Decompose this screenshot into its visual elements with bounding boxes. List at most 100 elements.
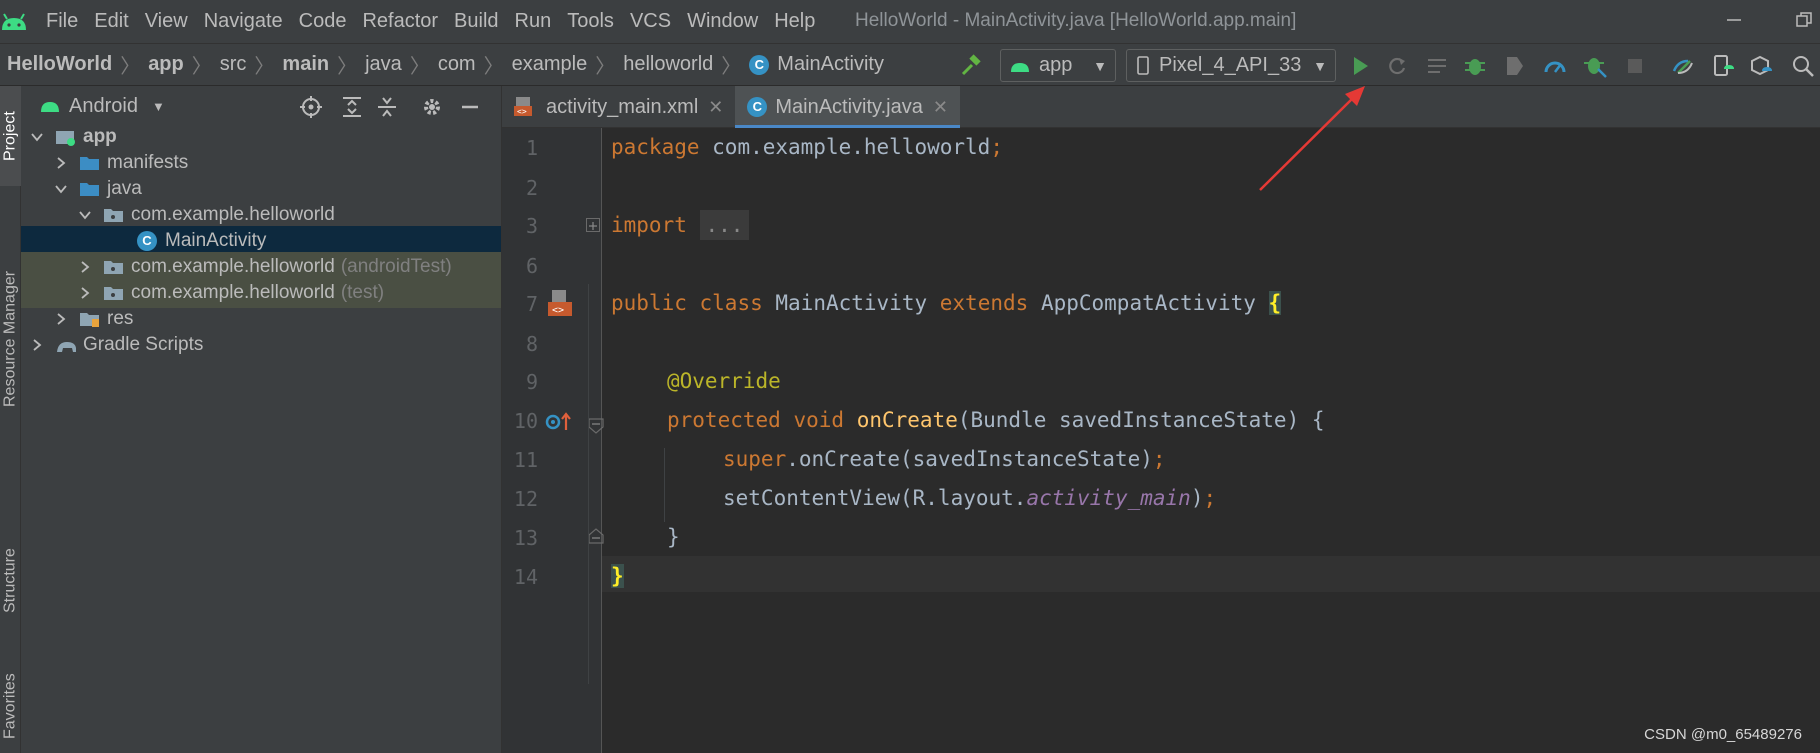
- stop-icon[interactable]: [1622, 53, 1648, 79]
- code-token: ): [1190, 486, 1204, 510]
- code-line-11: super.onCreate(savedInstanceState);: [723, 444, 1166, 474]
- hide-panel-icon[interactable]: [457, 94, 483, 120]
- fold-minus-icon[interactable]: [588, 418, 604, 439]
- breadcrumb-app[interactable]: app: [148, 53, 184, 76]
- breadcrumb-com[interactable]: com: [438, 53, 476, 76]
- code-line-10: protected void onCreate(Bundle savedInst…: [667, 405, 1325, 435]
- tree-item-suffix: (test): [340, 282, 385, 303]
- code-token: .onCreate(savedInstanceState): [786, 447, 1153, 471]
- chevron-right-icon: [53, 155, 69, 171]
- breadcrumb-mainactivity[interactable]: C MainActivity: [749, 53, 884, 76]
- menu-vcs[interactable]: VCS: [622, 0, 679, 43]
- menu-view[interactable]: View: [137, 0, 196, 43]
- tab-favorites[interactable]: Favorites: [0, 661, 21, 751]
- code-editor[interactable]: 1 2 3 6 7 8 9 10 11 12 13 14 <> package …: [502, 128, 1820, 753]
- expand-all-icon[interactable]: [339, 94, 365, 120]
- attach-debugger-icon[interactable]: [1582, 53, 1608, 79]
- tab-activity-main-xml[interactable]: <> activity_main.xml ✕: [502, 86, 735, 128]
- code-token: com.example.helloworld: [699, 135, 991, 159]
- device-select[interactable]: Pixel_4_API_33 ▼: [1126, 49, 1336, 82]
- code-line-9: @Override: [667, 366, 781, 396]
- class-icon: C: [137, 231, 157, 251]
- rerun-icon[interactable]: [1384, 53, 1410, 79]
- editor-gutter: 1 2 3 6 7 8 9 10 11 12 13 14 <>: [502, 128, 604, 753]
- tree-item-gradle-scripts[interactable]: Gradle Scripts: [21, 330, 501, 360]
- tab-mainactivity-java[interactable]: C MainActivity.java ✕: [735, 86, 960, 129]
- close-icon[interactable]: ✕: [708, 97, 723, 118]
- menu-refactor[interactable]: Refactor: [354, 0, 446, 43]
- menu-code[interactable]: Code: [291, 0, 355, 43]
- chevron-down-icon[interactable]: ▼: [152, 99, 165, 114]
- apply-changes-icon[interactable]: [1424, 53, 1450, 79]
- build-hammer-icon[interactable]: [958, 53, 984, 79]
- restore-icon[interactable]: [1792, 8, 1816, 32]
- tab-favorites-label: Favorites: [1, 673, 19, 739]
- breadcrumb-main[interactable]: main: [282, 53, 329, 76]
- breadcrumb-example[interactable]: example: [512, 53, 588, 76]
- layout-file-gutter-icon[interactable]: <>: [546, 288, 576, 325]
- code-token: class: [699, 291, 763, 315]
- breadcrumb-java[interactable]: java: [365, 53, 402, 76]
- package-folder-icon: [104, 287, 123, 300]
- tab-structure[interactable]: Structure: [0, 526, 21, 636]
- device-icon: [1137, 55, 1149, 75]
- code-line-1: package com.example.helloworld;: [611, 132, 1003, 162]
- menu-window[interactable]: Window: [679, 0, 766, 43]
- indent-guide: [664, 448, 665, 522]
- breadcrumb-src[interactable]: src: [220, 53, 247, 76]
- minimize-icon[interactable]: [1722, 8, 1746, 32]
- tree-item-label: com.example.helloworld: [131, 282, 335, 303]
- line-number: 11: [513, 448, 538, 472]
- close-icon[interactable]: ✕: [933, 97, 948, 118]
- line-number: 2: [525, 176, 538, 200]
- tree-item-label: Gradle Scripts: [83, 334, 204, 355]
- sync-gradle-icon[interactable]: [1670, 53, 1696, 79]
- view-mode-select[interactable]: Android: [69, 95, 138, 118]
- breadcrumb-helloworld-pkg[interactable]: helloworld: [623, 53, 713, 76]
- menu-help[interactable]: Help: [766, 0, 823, 43]
- breadcrumb-helloworld[interactable]: HelloWorld: [7, 53, 112, 76]
- profiler-icon[interactable]: [1542, 53, 1568, 79]
- breadcrumb-mainactivity-label: MainActivity: [777, 53, 884, 75]
- folder-icon: [80, 157, 99, 170]
- menu-edit[interactable]: Edit: [86, 0, 136, 43]
- menu-run[interactable]: Run: [507, 0, 560, 43]
- package-folder-icon: [104, 209, 123, 222]
- left-tool-strip: Project Resource Manager Structure Favor…: [0, 86, 21, 753]
- menu-build[interactable]: Build: [446, 0, 506, 43]
- locate-icon[interactable]: [298, 94, 324, 120]
- debug-icon[interactable]: [1462, 53, 1488, 79]
- menu-tools[interactable]: Tools: [559, 0, 622, 43]
- code-token: (Bundle savedInstanceState) {: [957, 408, 1325, 432]
- window-title: HelloWorld - MainActivity.java [HelloWor…: [855, 10, 1297, 31]
- tree-item-label: MainActivity: [165, 230, 267, 251]
- menu-file[interactable]: File: [38, 0, 86, 43]
- menu-navigate[interactable]: Navigate: [196, 0, 291, 43]
- folded-imports[interactable]: ...: [699, 210, 750, 240]
- chevron-down-icon: ▼: [1093, 57, 1107, 74]
- tab-project[interactable]: Project: [0, 86, 21, 186]
- code-line-7: public class MainActivity extends AppCom…: [611, 288, 1282, 318]
- override-gutter-icon[interactable]: [544, 410, 574, 439]
- code-token: onCreate: [856, 408, 958, 432]
- tree-item-label: java: [107, 178, 142, 199]
- run-config-select[interactable]: app ▼: [1000, 49, 1116, 82]
- tab-resource-manager[interactable]: Resource Manager: [0, 204, 21, 474]
- collapse-all-icon[interactable]: [374, 94, 400, 120]
- gradle-icon: [57, 342, 76, 352]
- tree-item-label: com.example.helloworld: [131, 204, 335, 225]
- run-icon[interactable]: [1347, 53, 1373, 79]
- device-manager-icon[interactable]: [1710, 53, 1736, 79]
- code-token: setContentView(R.layout.: [723, 486, 1027, 510]
- class-icon: C: [747, 97, 768, 117]
- fold-end-icon[interactable]: [588, 528, 604, 549]
- sdk-manager-icon[interactable]: [1748, 53, 1774, 79]
- gear-icon[interactable]: [419, 94, 445, 120]
- project-panel-header: Android ▼: [21, 86, 501, 126]
- chevron-down-icon: [53, 181, 69, 197]
- chevron-right-icon: [53, 311, 69, 327]
- navigation-bar: HelloWorld 〉 app 〉 src 〉 main 〉 java 〉 com 〉 e…: [0, 43, 1820, 86]
- coverage-icon[interactable]: [1502, 53, 1528, 79]
- search-icon[interactable]: [1790, 53, 1816, 79]
- fold-plus-icon[interactable]: [586, 218, 600, 232]
